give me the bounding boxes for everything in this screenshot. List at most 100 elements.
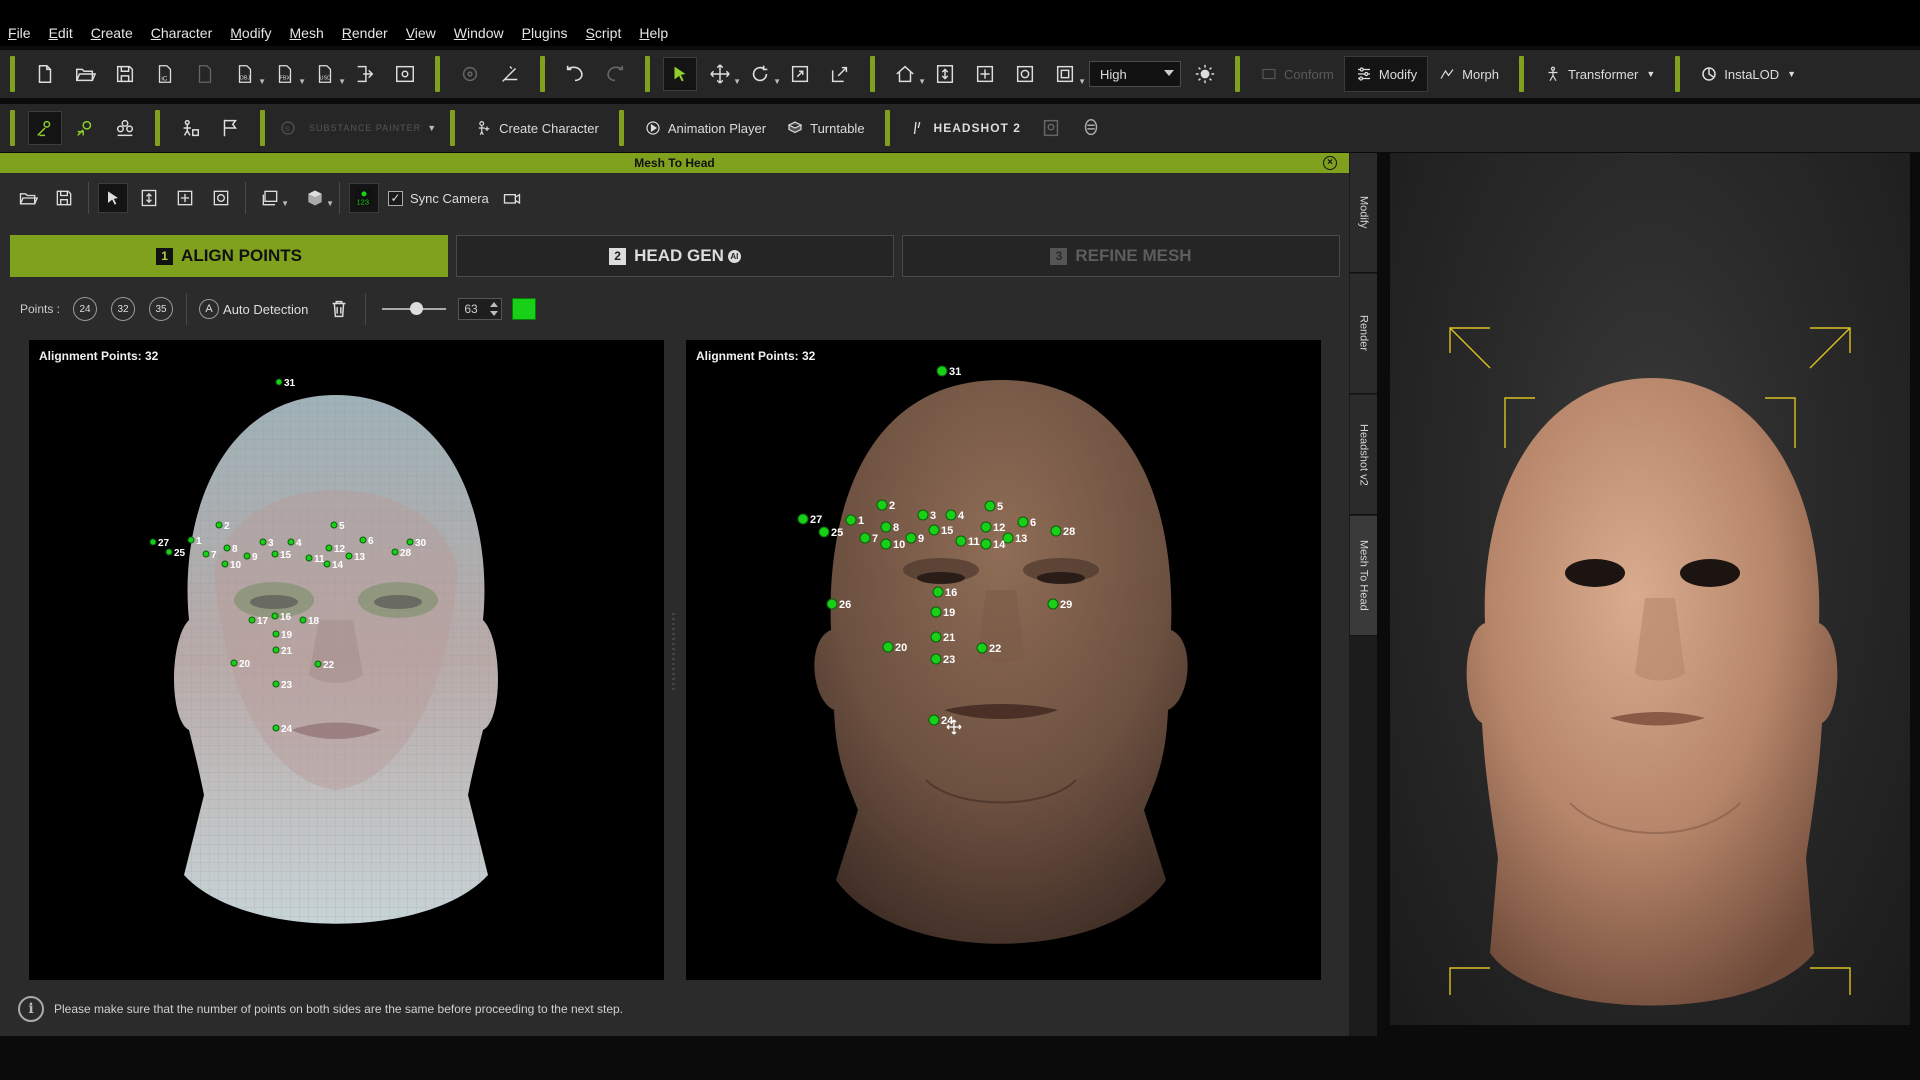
base-mesh-viewport[interactable]: 1 2 3 4 5 6 7 8 9 10 11 12 13 14 15 16 17 18 19 20 21 22 23 24 2… <box>29 340 664 980</box>
flag-button[interactable] <box>213 111 247 145</box>
menu-character[interactable]: Character <box>151 25 212 41</box>
sync-camera-checkbox[interactable]: ✓ <box>388 190 403 206</box>
left-landmark-point[interactable] <box>391 548 399 556</box>
left-landmark-point[interactable] <box>223 544 231 552</box>
instalod-button[interactable]: InstaLOD ▼ <box>1690 56 1806 92</box>
create-character-button[interactable]: Create Character <box>465 110 609 146</box>
left-landmark-point[interactable] <box>323 560 331 568</box>
pivot-tool-button[interactable] <box>823 57 857 91</box>
turntable-button[interactable]: Turntable <box>776 110 874 146</box>
menu-modify[interactable]: Modify <box>230 25 271 41</box>
right-landmark-point[interactable] <box>797 513 809 525</box>
left-landmark-point[interactable] <box>272 630 280 638</box>
right-landmark-point[interactable] <box>936 365 948 377</box>
right-landmark-point[interactable] <box>882 641 894 653</box>
right-landmark-point[interactable] <box>1050 525 1062 537</box>
right-landmark-point[interactable] <box>880 521 892 533</box>
pan-view-button[interactable] <box>968 57 1002 91</box>
character-create-button[interactable] <box>28 111 62 145</box>
conform-button[interactable]: Conform <box>1250 56 1344 92</box>
left-landmark-point[interactable] <box>406 538 414 546</box>
crowd-button[interactable] <box>108 111 142 145</box>
show-numbers-button[interactable]: 123 <box>349 183 379 213</box>
right-landmark-point[interactable] <box>1047 598 1059 610</box>
save-file-button[interactable] <box>108 57 142 91</box>
right-landmark-point[interactable] <box>826 598 838 610</box>
left-landmark-point[interactable] <box>230 659 238 667</box>
slider-thumb[interactable] <box>410 302 424 315</box>
right-landmark-point[interactable] <box>928 524 940 536</box>
step-refine-mesh[interactable]: 3 REFINE MESH <box>902 235 1340 277</box>
select-tool-button[interactable] <box>663 57 697 91</box>
menu-file[interactable]: File <box>8 25 31 41</box>
left-landmark-point[interactable] <box>359 536 367 544</box>
export-pdf-button[interactable] <box>188 57 222 91</box>
right-landmark-point[interactable] <box>955 535 967 547</box>
sync-camera-toggle[interactable]: ✓ Sync Camera <box>388 190 489 206</box>
render-quality-select[interactable]: High <box>1089 61 1181 87</box>
left-landmark-point[interactable] <box>345 552 353 560</box>
transformer-button[interactable]: Transformer ▼ <box>1534 56 1665 92</box>
animation-player-button[interactable]: Animation Player <box>634 110 776 146</box>
orbit-view-button[interactable] <box>1008 57 1042 91</box>
step-align-points[interactable]: 1 ALIGN POINTS <box>10 235 448 277</box>
step-head-gen[interactable]: 2 HEAD GEN AI <box>456 235 894 277</box>
menu-help[interactable]: Help <box>639 25 668 41</box>
camera-home-button[interactable]: ▼ <box>888 57 926 91</box>
headshot2-button[interactable]: HEADSHOT 2 <box>900 110 1031 146</box>
move-tool-button[interactable]: ▼ <box>703 57 741 91</box>
menu-view[interactable]: View <box>406 25 436 41</box>
import-fbx-button[interactable]: FBX ▼ <box>268 57 306 91</box>
morph-button[interactable]: Morph <box>1428 56 1509 92</box>
render-settings-button[interactable] <box>388 57 422 91</box>
fit-vertical-button[interactable] <box>928 57 962 91</box>
modify-button[interactable]: Modify <box>1343 56 1429 92</box>
left-landmark-point[interactable] <box>314 660 322 668</box>
left-landmark-point[interactable] <box>271 612 279 620</box>
headshot-generate-button[interactable] <box>1034 111 1068 145</box>
left-landmark-point[interactable] <box>275 378 283 386</box>
left-landmark-point[interactable] <box>325 544 333 552</box>
left-landmark-point[interactable] <box>330 521 338 529</box>
left-landmark-point[interactable] <box>165 548 173 556</box>
menu-mesh[interactable]: Mesh <box>290 25 324 41</box>
tab-mesh-to-head[interactable]: Mesh To Head <box>1350 516 1377 636</box>
point-select-button[interactable] <box>98 183 128 213</box>
redo-button[interactable] <box>598 57 632 91</box>
import-usd-button[interactable]: USD ▼ <box>308 57 346 91</box>
export-button[interactable] <box>348 57 382 91</box>
menu-window[interactable]: Window <box>454 25 504 41</box>
right-landmark-point[interactable] <box>917 509 929 521</box>
target-mesh-viewport[interactable]: 1 2 3 4 5 6 7 8 9 10 11 12 13 14 15 16 19 20 21 22 23 24 25 26 2… <box>686 340 1321 980</box>
point-size-slider[interactable] <box>382 301 447 317</box>
right-landmark-point[interactable] <box>859 532 871 544</box>
right-landmark-point[interactable] <box>980 538 992 550</box>
left-landmark-point[interactable] <box>221 560 229 568</box>
right-landmark-point[interactable] <box>984 500 996 512</box>
open-button[interactable] <box>13 183 43 213</box>
pan-button[interactable] <box>170 183 200 213</box>
import-obj-button[interactable]: OBJ ▼ <box>228 57 266 91</box>
shading-mode-button[interactable]: ▼ <box>300 183 334 213</box>
left-landmark-point[interactable] <box>243 552 251 560</box>
new-file-button[interactable] <box>28 57 62 91</box>
tab-modify[interactable]: Modify <box>1350 153 1377 273</box>
right-landmark-point[interactable] <box>1017 516 1029 528</box>
left-landmark-point[interactable] <box>248 616 256 624</box>
left-landmark-point[interactable] <box>202 550 210 558</box>
tab-render[interactable]: Render <box>1350 274 1377 394</box>
head-create-button[interactable] <box>68 111 102 145</box>
left-landmark-point[interactable] <box>215 521 223 529</box>
3d-preview-viewport[interactable] <box>1390 153 1910 1025</box>
right-landmark-point[interactable] <box>845 514 857 526</box>
left-landmark-point[interactable] <box>149 538 157 546</box>
left-landmark-point[interactable] <box>272 724 280 732</box>
undo-button[interactable] <box>558 57 592 91</box>
right-landmark-point[interactable] <box>980 521 992 533</box>
preset-points-24-button[interactable]: 24 <box>73 297 98 321</box>
zoom-view-button[interactable]: ▼ <box>1048 57 1086 91</box>
right-landmark-point[interactable] <box>976 642 988 654</box>
fit-view-button[interactable] <box>134 183 164 213</box>
left-landmark-point[interactable] <box>259 538 267 546</box>
point-color-swatch[interactable] <box>512 298 537 320</box>
